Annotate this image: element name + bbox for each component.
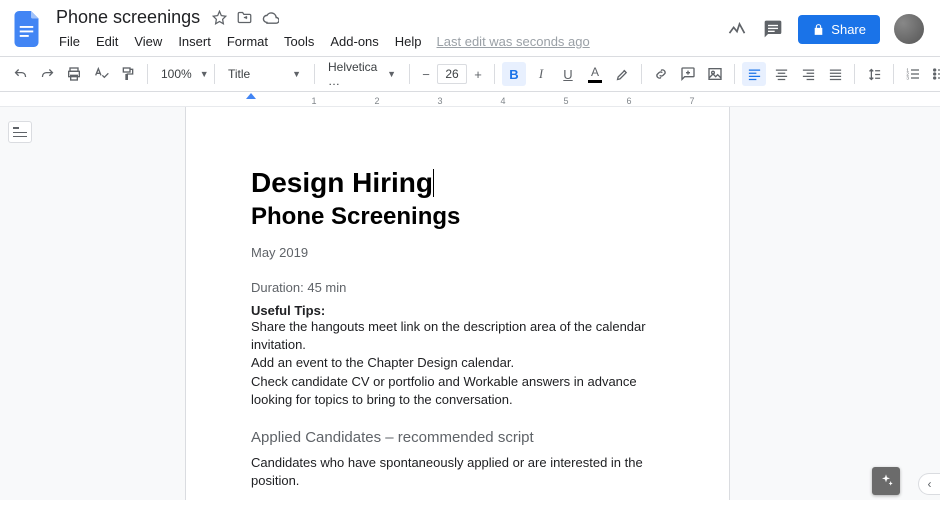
insert-link-button[interactable] (649, 62, 673, 86)
paint-format-button[interactable] (116, 62, 140, 86)
paragraph-style-select[interactable]: Title▼ (222, 65, 307, 83)
section-subtitle: Candidates who have spontaneously applie… (251, 454, 664, 490)
indent-marker[interactable] (246, 93, 256, 99)
ruler-tick: 7 (689, 96, 694, 106)
document-page[interactable]: Design Hiring Phone Screenings May 2019 … (186, 107, 729, 500)
menu-format[interactable]: Format (220, 31, 275, 52)
doc-date: May 2019 (251, 245, 664, 260)
svg-text:3: 3 (906, 75, 909, 80)
ruler-tick: 2 (374, 96, 379, 106)
ruler-tick: 6 (626, 96, 631, 106)
section-heading: Applied Candidates – recommended script (251, 429, 664, 446)
underline-button[interactable]: U (556, 62, 580, 86)
undo-button[interactable] (8, 62, 32, 86)
menu-tools[interactable]: Tools (277, 31, 321, 52)
fontsize-increase[interactable]: + (469, 62, 487, 86)
workspace: Design Hiring Phone Screenings May 2019 … (0, 107, 940, 500)
doc-title[interactable]: Phone screenings (52, 6, 204, 29)
align-justify-button[interactable] (823, 62, 847, 86)
last-edit-link[interactable]: Last edit was seconds ago (437, 34, 590, 49)
ruler-tick: 4 (500, 96, 505, 106)
italic-button[interactable]: I (529, 62, 553, 86)
menu-insert[interactable]: Insert (171, 31, 218, 52)
print-button[interactable] (62, 62, 86, 86)
fontsize-input[interactable]: 26 (437, 64, 467, 84)
align-right-button[interactable] (796, 62, 820, 86)
cloud-status-icon[interactable] (262, 11, 279, 24)
menu-help[interactable]: Help (388, 31, 429, 52)
ruler-tick: 3 (437, 96, 442, 106)
explore-button[interactable] (872, 467, 900, 495)
account-avatar[interactable] (894, 14, 924, 44)
ruler-tick: 1 (311, 96, 316, 106)
share-label: Share (831, 22, 866, 37)
tips-heading: Useful Tips: (251, 303, 664, 318)
spellcheck-button[interactable] (89, 62, 113, 86)
lock-icon (812, 23, 825, 36)
zoom-select[interactable]: 100%▼ (155, 65, 207, 83)
tip-line: Add an event to the Chapter Design calen… (251, 354, 664, 372)
menu-file[interactable]: File (52, 31, 87, 52)
align-left-button[interactable] (742, 62, 766, 86)
menu-edit[interactable]: Edit (89, 31, 125, 52)
doc-duration: Duration: 45 min (251, 280, 664, 295)
numbered-list-button[interactable]: 123 (901, 62, 925, 86)
ruler-tick: 5 (563, 96, 568, 106)
comments-icon[interactable] (762, 18, 784, 40)
doc-header: Phone screenings File Edit View Insert F… (0, 0, 940, 52)
ruler[interactable]: 1 2 3 4 5 6 7 (0, 92, 940, 107)
toolbar: 100%▼ Title▼ Helvetica …▼ − 26 + B I U A… (0, 56, 940, 92)
bold-button[interactable]: B (502, 62, 526, 86)
highlight-button[interactable] (610, 62, 634, 86)
insert-image-button[interactable] (703, 62, 727, 86)
align-center-button[interactable] (769, 62, 793, 86)
tip-line: Share the hangouts meet link on the desc… (251, 318, 664, 354)
show-side-panel[interactable]: ‹ (918, 473, 940, 495)
font-select[interactable]: Helvetica …▼ (322, 58, 402, 90)
redo-button[interactable] (35, 62, 59, 86)
tip-line: Check candidate CV or portfolio and Work… (251, 373, 664, 409)
move-icon[interactable] (237, 11, 252, 24)
fontsize-decrease[interactable]: − (417, 62, 435, 86)
activity-icon[interactable] (726, 18, 748, 40)
doc-title-line1: Design Hiring (251, 167, 433, 199)
line-spacing-button[interactable] (862, 62, 886, 86)
add-comment-button[interactable] (676, 62, 700, 86)
share-button[interactable]: Share (798, 15, 880, 44)
star-icon[interactable] (212, 10, 227, 25)
menu-bar: File Edit View Insert Format Tools Add-o… (52, 29, 726, 52)
text-color-button[interactable]: A (583, 62, 607, 86)
docs-logo[interactable] (10, 11, 46, 47)
bulleted-list-button[interactable] (928, 62, 940, 86)
doc-title-line2: Phone Screenings (251, 203, 664, 231)
menu-view[interactable]: View (127, 31, 169, 52)
outline-toggle[interactable] (8, 121, 32, 143)
text-cursor (433, 169, 434, 197)
menu-addons[interactable]: Add-ons (323, 31, 385, 52)
